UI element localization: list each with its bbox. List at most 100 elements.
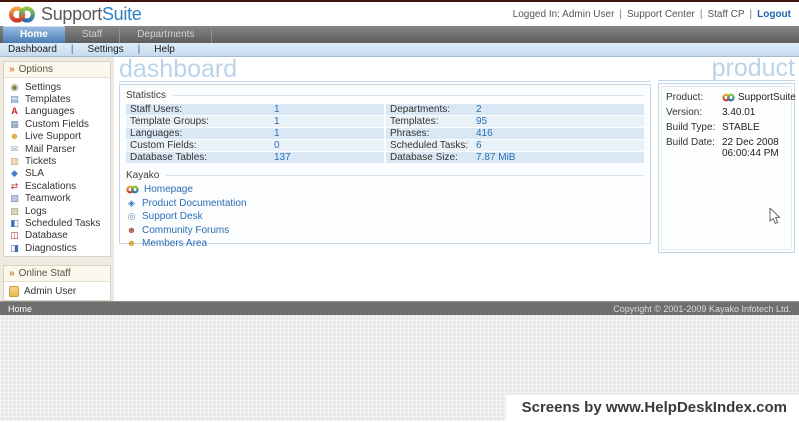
sla-icon: ◆	[11, 168, 18, 179]
tab-home[interactable]: Home	[3, 26, 65, 43]
stat-value-link[interactable]: 2	[476, 104, 482, 115]
subnav-dashboard[interactable]: Dashboard	[8, 44, 57, 55]
teamwork-icon: ▧	[10, 193, 19, 204]
stat-value-link[interactable]: 1	[274, 104, 280, 115]
sidebar-item-settings[interactable]: ◉ Settings	[4, 81, 110, 93]
chevrons-icon: »	[9, 267, 15, 279]
sidebar-item-templates[interactable]: ▤ Templates	[4, 93, 110, 105]
community-forums-link[interactable]: ☻ Community Forums	[126, 225, 644, 236]
kayako-logo-icon	[9, 5, 35, 23]
product-section: product Product: SupportSuite Version: 3.…	[658, 56, 799, 301]
options-items: ◉ Settings ▤ Templates A Languages ▦ Custom …	[4, 78, 110, 256]
custom-fields-icon: ▦	[10, 118, 19, 129]
sidebar: » Options ◉ Settings ▤ Templates A Language…	[0, 57, 114, 301]
online-staff-panel: » Online Staff Admin User	[3, 265, 111, 301]
dashboard-section: dashboard Statistics Staff Users: 1 Depar…	[114, 57, 658, 301]
sidebar-item-mail-parser[interactable]: ✉ Mail Parser	[4, 143, 110, 155]
copyright-text: Copyright © 2001-2009 Kayako Infotech Lt…	[613, 303, 791, 314]
stat-value-link[interactable]: 7.87 MiB	[476, 152, 515, 163]
options-panel-header: » Options	[4, 62, 110, 78]
app-header: SupportSuite Logged In: Admin User | Sup…	[0, 2, 799, 26]
homepage-link[interactable]: Homepage	[126, 184, 644, 195]
sidebar-item-languages[interactable]: A Languages	[4, 106, 110, 118]
product-panel: Product: SupportSuite Version: 3.40.01 Bu…	[658, 83, 796, 253]
statistics-table: Staff Users: 1 Departments: 2 Template Gro…	[126, 104, 644, 163]
community-forums-icon: ☻	[126, 224, 137, 235]
app-logo: SupportSuite	[8, 4, 142, 25]
table-row: Languages: 1 Phrases: 416	[126, 128, 644, 139]
logout-link[interactable]: Logout	[757, 9, 791, 20]
online-staff-items: Admin User	[4, 282, 110, 299]
templates-icon: ▤	[10, 94, 19, 105]
homepage-icon	[126, 185, 139, 194]
sidebar-item-custom-fields[interactable]: ▦ Custom Fields	[4, 118, 110, 130]
admin-user-icon	[9, 286, 19, 298]
subnav-settings[interactable]: Settings	[88, 44, 124, 55]
sidebar-item-database[interactable]: ◫ Database	[4, 230, 110, 242]
statistics-section-header: Statistics	[126, 90, 644, 101]
product-value: SupportSuite	[722, 92, 796, 103]
sidebar-item-sla[interactable]: ◆ SLA	[4, 168, 110, 180]
sidebar-item-tickets[interactable]: ▥ Tickets	[4, 155, 110, 167]
members-area-link[interactable]: ☻ Members Area	[126, 238, 644, 249]
watermark-label: Screens by www.HelpDeskIndex.com	[505, 395, 799, 421]
product-row: Build Date: 22 Dec 2008 06:00:44 PM	[666, 137, 779, 159]
stat-value-link[interactable]: 137	[274, 152, 291, 163]
mail-parser-icon: ✉	[10, 143, 19, 154]
online-staff-header: » Online Staff	[4, 266, 110, 283]
languages-icon: A	[11, 106, 18, 117]
stat-value-link[interactable]: 1	[274, 116, 280, 127]
product-row: Product: SupportSuite	[666, 92, 796, 103]
scheduled-tasks-icon: ◧	[10, 218, 19, 228]
sidebar-item-scheduled-tasks[interactable]: ◧ Scheduled Tasks	[4, 217, 110, 229]
subnav-help[interactable]: Help	[154, 44, 175, 55]
sidebar-item-logs[interactable]: ▨ Logs	[4, 205, 110, 217]
product-row: Version: 3.40.01	[666, 107, 756, 118]
chevrons-icon: »	[9, 63, 15, 75]
product-panel-inner: Product: SupportSuite Version: 3.40.01 Bu…	[661, 86, 796, 250]
sidebar-item-escalations[interactable]: ⇄ Escalations	[4, 180, 110, 192]
kayako-mini-icon	[722, 93, 735, 102]
members-area-icon: ☻	[126, 238, 137, 248]
options-header-label: Options	[18, 64, 54, 75]
header-rule	[173, 95, 644, 96]
stat-value-link[interactable]: 95	[476, 116, 487, 127]
product-documentation-icon: ◈	[128, 197, 135, 208]
staff-cp-link[interactable]: Staff CP	[707, 9, 744, 20]
content-area: » Options ◉ Settings ▤ Templates A Language…	[0, 56, 799, 301]
stat-value-link[interactable]: 416	[476, 128, 493, 139]
table-row: Staff Users: 1 Departments: 2	[126, 104, 644, 115]
support-center-link[interactable]: Support Center	[627, 9, 695, 20]
footer-breadcrumb: Home	[8, 303, 33, 314]
dashboard-panel: Statistics Staff Users: 1 Departments: 2 T…	[119, 84, 651, 249]
logged-in-label: Logged In: Admin User	[512, 8, 615, 20]
stat-value-link[interactable]: 6	[476, 140, 482, 151]
settings-icon: ◉	[10, 81, 19, 92]
sidebar-item-diagnostics[interactable]: ◨ Diagnostics	[4, 242, 110, 254]
online-staff-label: Online Staff	[18, 268, 71, 280]
main-nav-tabbar: Home Staff Departments	[0, 26, 799, 43]
table-row: Template Groups: 1 Templates: 95	[126, 116, 644, 127]
product-row: Build Type: STABLE	[666, 122, 760, 133]
footer-bar: Home Copyright © 2001-2009 Kayako Infote…	[0, 301, 799, 315]
support-desk-link[interactable]: ◎ Support Desk	[126, 211, 644, 222]
live-support-icon: ☻	[9, 131, 20, 142]
tab-staff[interactable]: Staff	[65, 26, 121, 43]
product-documentation-link[interactable]: ◈ Product Documentation	[126, 198, 644, 209]
sidebar-item-admin-user[interactable]: Admin User	[4, 285, 110, 298]
page-title: dashboard	[119, 57, 651, 82]
tab-departments[interactable]: Departments	[120, 26, 213, 43]
sidebar-item-live-support[interactable]: ☻ Live Support	[4, 131, 110, 143]
logs-icon: ▨	[10, 205, 19, 216]
diagnostics-icon: ◨	[10, 242, 19, 253]
page-background: Screens by www.HelpDeskIndex.com	[0, 315, 799, 421]
support-desk-icon: ◎	[127, 211, 136, 221]
header-rule	[166, 175, 644, 176]
sidebar-item-teamwork[interactable]: ▧ Teamwork	[4, 193, 110, 205]
stat-value-link[interactable]: 1	[274, 128, 280, 139]
escalations-icon: ⇄	[10, 180, 19, 191]
table-row: Database Tables: 137 Database Size: 7.87 M…	[126, 152, 644, 163]
tickets-icon: ▥	[10, 156, 19, 167]
table-row: Custom Fields: 0 Scheduled Tasks: 6	[126, 140, 644, 151]
stat-value-link[interactable]: 0	[274, 140, 280, 151]
